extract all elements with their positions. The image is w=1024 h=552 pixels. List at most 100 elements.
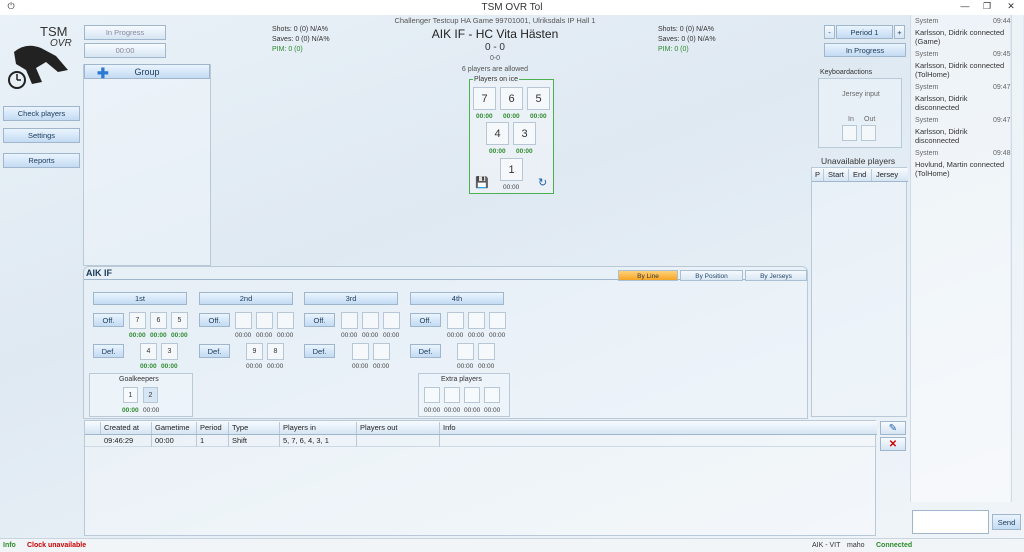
line-player-slot[interactable] <box>489 312 506 329</box>
extra-players-label: Extra players <box>441 376 482 383</box>
period-plus-button[interactable]: + <box>894 25 905 39</box>
goalie-slot[interactable]: 2 <box>143 387 158 403</box>
ice-player-3[interactable]: 3 <box>513 122 536 145</box>
ice-player-7[interactable]: 7 <box>473 87 496 110</box>
line-2nd-def-button[interactable]: Def. <box>199 344 230 358</box>
unavailable-header: P Start End Jersey <box>812 168 908 182</box>
line-player-slot[interactable] <box>277 312 294 329</box>
delete-button[interactable]: ✕ <box>880 437 906 451</box>
line-player-slot[interactable] <box>447 312 464 329</box>
ice-player-5[interactable]: 5 <box>527 87 550 110</box>
events-col: Created at <box>101 422 152 434</box>
line-player-slot[interactable]: 5 <box>171 312 188 329</box>
line-player-slot[interactable] <box>235 312 252 329</box>
line-1st-button[interactable]: 1st <box>93 292 187 305</box>
line-player-slot[interactable] <box>468 312 485 329</box>
home-pim: PIM: 0 (0) <box>272 46 303 53</box>
line-player-slot[interactable] <box>362 312 379 329</box>
away-saves: Saves: 0 (0) N/A% <box>658 36 716 43</box>
extra-slot[interactable] <box>424 387 440 403</box>
settings-button[interactable]: Settings <box>3 128 80 143</box>
away-shots: Shots: 0 (0) N/A% <box>658 26 715 33</box>
status-info: Info <box>3 542 16 549</box>
close-button[interactable]: ✕ <box>1002 1 1020 12</box>
line-player-slot[interactable]: 6 <box>150 312 167 329</box>
reports-button[interactable]: Reports <box>3 153 80 168</box>
ice-time: 00:00 <box>489 148 506 155</box>
ice-goalie-1[interactable]: 1 <box>500 158 523 181</box>
tab-by-position[interactable]: By Position <box>680 270 743 281</box>
send-button[interactable]: Send <box>992 514 1021 530</box>
players-on-ice-label: Players on ice <box>473 76 519 83</box>
line-4th-off-button[interactable]: Off. <box>410 313 441 327</box>
line-player-slot[interactable] <box>383 312 400 329</box>
col-end: End <box>850 169 872 181</box>
line-time: 00:00 <box>362 332 379 339</box>
line-3rd-def-button[interactable]: Def. <box>304 344 335 358</box>
line-2nd-off-button[interactable]: Off. <box>199 313 230 327</box>
line-player-slot[interactable]: 9 <box>246 343 263 360</box>
goalie-time: 00:00 <box>143 407 160 414</box>
extra-slot[interactable] <box>484 387 500 403</box>
line-4th-button[interactable]: 4th <box>410 292 504 305</box>
line-3rd-off-button[interactable]: Off. <box>304 313 335 327</box>
check-players-button[interactable]: Check players <box>3 106 80 121</box>
log-sender: System <box>915 51 939 58</box>
line-1st-def-button[interactable]: Def. <box>93 344 124 358</box>
out-input[interactable] <box>861 125 876 141</box>
period-minus-button[interactable]: - <box>824 25 835 39</box>
goalie-slot[interactable]: 1 <box>123 387 138 403</box>
edit-button[interactable]: ✎ <box>880 421 906 435</box>
save-icon[interactable]: 💾 <box>475 176 489 189</box>
line-time: 00:00 <box>447 332 464 339</box>
cell-created: 09:46:29 <box>101 435 152 447</box>
line-time: 00:00 <box>383 332 400 339</box>
cell-players-out <box>357 435 440 447</box>
log-sender: System <box>915 18 939 25</box>
tab-by-jerseys[interactable]: By Jerseys <box>745 270 807 281</box>
line-player-slot[interactable]: 8 <box>267 343 284 360</box>
line-player-slot[interactable] <box>457 343 474 360</box>
extra-slot[interactable] <box>464 387 480 403</box>
ice-player-6[interactable]: 6 <box>500 87 523 110</box>
line-player-slot[interactable]: 7 <box>129 312 146 329</box>
log-time: 09:48 <box>993 150 1011 157</box>
line-3rd-button[interactable]: 3rd <box>304 292 398 305</box>
line-player-slot[interactable] <box>256 312 273 329</box>
tab-by-line[interactable]: By Line <box>618 270 678 281</box>
cell-players-in: 5, 7, 6, 4, 3, 1 <box>280 435 357 447</box>
ice-player-4[interactable]: 4 <box>486 122 509 145</box>
line-1st-off-button[interactable]: Off. <box>93 313 124 327</box>
away-pim: PIM: 0 (0) <box>658 46 689 53</box>
status-clock: Clock unavailable <box>27 542 87 549</box>
period-progress-button[interactable]: In Progress <box>824 43 906 57</box>
ice-time: 00:00 <box>476 113 493 120</box>
chat-input[interactable] <box>912 510 989 534</box>
line-time: 00:00 <box>150 332 167 339</box>
status-teams: AIK - VIT <box>812 542 841 549</box>
refresh-icon[interactable]: ↻ <box>538 176 547 189</box>
status-bar: Info Clock unavailable AIK - VIT maho Co… <box>0 538 1024 552</box>
line-time: 00:00 <box>277 332 294 339</box>
line-player-slot[interactable] <box>352 343 369 360</box>
table-row[interactable]: 09:46:29 00:00 1 Shift 5, 7, 6, 4, 3, 1 <box>85 435 877 447</box>
line-player-slot[interactable]: 3 <box>161 343 178 360</box>
line-time: 00:00 <box>267 363 284 370</box>
extra-slot[interactable] <box>444 387 460 403</box>
status-connection: Connected <box>876 542 913 549</box>
period-label[interactable]: Period 1 <box>836 25 893 39</box>
jersey-input-label: Jersey input <box>842 91 880 98</box>
line-player-slot[interactable]: 4 <box>140 343 157 360</box>
log-time: 09:47 <box>993 117 1011 124</box>
events-col: Players out <box>357 422 440 434</box>
line-player-slot[interactable] <box>478 343 495 360</box>
minimize-button[interactable]: — <box>956 1 974 11</box>
line-player-slot[interactable] <box>373 343 390 360</box>
line-2nd-button[interactable]: 2nd <box>199 292 293 305</box>
line-4th-def-button[interactable]: Def. <box>410 344 441 358</box>
restore-button[interactable]: ❐ <box>978 1 996 12</box>
in-input[interactable] <box>842 125 857 141</box>
log-message: Karlsson, Didrik connected (TolHome) <box>915 61 1005 79</box>
log-scrollbar[interactable] <box>1011 15 1023 502</box>
line-player-slot[interactable] <box>341 312 358 329</box>
